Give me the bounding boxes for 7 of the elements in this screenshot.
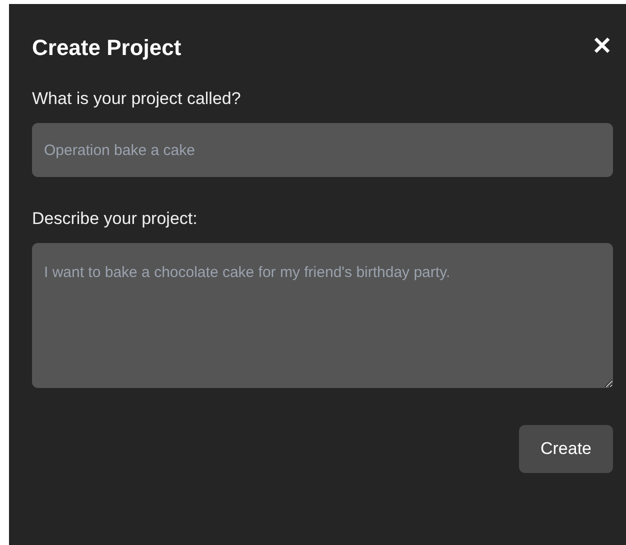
field-label: What is your project called? [32, 88, 242, 110]
dialog-title: Create Project [32, 34, 182, 62]
create-button[interactable]: Create [519, 425, 613, 473]
description-field[interactable]: I want to bake a chocolate cake for my friend's birthday party. [32, 243, 613, 388]
field-label: Describe your project: [32, 208, 198, 230]
close-button[interactable]: ✕ [592, 35, 613, 59]
name-field[interactable]: Operation bake a cake [32, 123, 613, 177]
